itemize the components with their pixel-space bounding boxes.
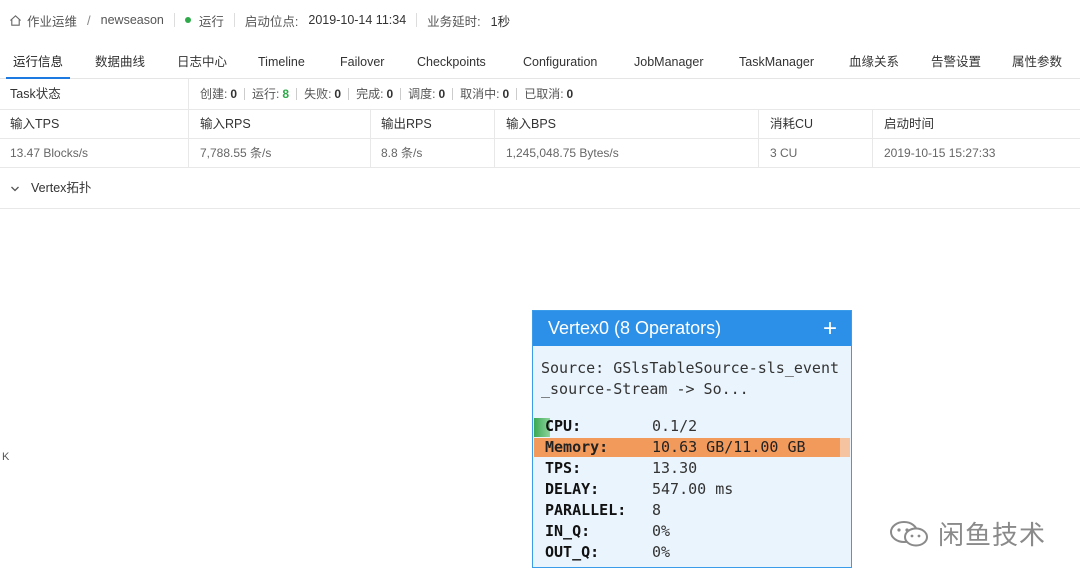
metric-memory: Memory: 10.63 GB/11.00 GB [533, 437, 851, 458]
breadcrumb-bar: 作业运维 / newseason 运行 启动位点: 2019-10-14 11:… [0, 0, 1080, 40]
header-output-rps: 输出RPS [381, 117, 432, 131]
stat-failed: 失败: 0 [304, 79, 356, 109]
tab-checkpoints[interactable]: Checkpoints [417, 45, 486, 78]
vertex-metrics: CPU: 0.1/2 Memory: 10.63 GB/11.00 GB TPS… [533, 416, 851, 563]
business-delay-label: 业务延时: [427, 14, 481, 29]
divider [233, 13, 235, 27]
value-output-rps: 8.8 条/s [381, 146, 423, 160]
watermark-text: 闲鱼技术 [938, 521, 1047, 551]
metric-cpu: CPU: 0.1/2 [533, 416, 851, 437]
divider [188, 79, 189, 109]
tab-failover[interactable]: Failover [340, 45, 384, 78]
tab-properties[interactable]: 属性参数 [1012, 45, 1062, 78]
value-cu: 3 CU [770, 146, 798, 160]
metric-in-q: IN_Q: 0% [545, 522, 671, 540]
watermark: 闲鱼技术 [888, 515, 1046, 552]
tab-taskmanager[interactable]: TaskManager [739, 45, 814, 78]
metric-delay: DELAY: 547.00 ms [545, 480, 734, 498]
header-input-bps: 输入BPS [506, 117, 557, 131]
tab-timeline[interactable]: Timeline [258, 45, 305, 78]
value-input-bps: 1,245,048.75 Bytes/s [506, 146, 619, 160]
metric-tps: TPS: 13.30 [545, 459, 698, 477]
task-status-row: Task状态 创建: 0 运行: 8 失败: 0 完成: 0 调度: 0 取消中: 0 已取… [0, 79, 1080, 110]
vertex-title: Vertex0 (8 Operators) [548, 318, 722, 338]
value-start-time: 2019-10-15 15:27:33 [884, 146, 996, 160]
expand-plus-icon[interactable]: + [823, 316, 837, 340]
stat-scheduled: 调度: 0 [408, 79, 460, 109]
header-input-rps: 输入RPS [200, 117, 251, 131]
tab-log-center[interactable]: 日志中心 [177, 45, 227, 78]
collapse-handle[interactable]: K [2, 451, 9, 463]
divider [416, 13, 418, 27]
stat-finished: 完成: 0 [356, 79, 408, 109]
tab-data-curve[interactable]: 数据曲线 [95, 45, 145, 78]
vertex-header: Vertex0 (8 Operators) + [533, 311, 851, 346]
tab-run-info[interactable]: 运行信息 [5, 45, 71, 79]
vertex-node[interactable]: Vertex0 (8 Operators) + Source: GSlsTabl… [532, 310, 852, 568]
stat-cancelled: 已取消: 0 [524, 87, 574, 101]
value-input-tps: 13.47 Blocks/s [10, 146, 89, 160]
home-icon[interactable] [8, 13, 22, 27]
status-dot-icon [184, 17, 191, 23]
tab-jobmanager[interactable]: JobManager [634, 45, 704, 78]
value-input-rps: 7,788.55 条/s [200, 146, 272, 160]
vertex-topology-toggle[interactable]: Vertex拓扑 [0, 168, 1080, 209]
header-start-time: 启动时间 [884, 117, 935, 131]
vertex-source-text: Source: GSlsTableSource-sls_event_source… [541, 359, 840, 398]
divider [173, 13, 175, 27]
breadcrumb-job-name: newseason [100, 13, 164, 27]
header-input-tps: 输入TPS [10, 117, 60, 131]
tab-lineage[interactable]: 血缘关系 [849, 45, 899, 78]
tab-configuration[interactable]: Configuration [523, 45, 597, 78]
start-position-label: 启动位点: [244, 14, 299, 29]
metrics-header-row: 输入TPS 输入RPS 输出RPS 输入BPS 消耗CU 启动时间 [0, 110, 1080, 139]
job-status: 运行 [198, 14, 224, 29]
task-status-stats: 创建: 0 运行: 8 失败: 0 完成: 0 调度: 0 取消中: 0 已取消: 0 [200, 79, 573, 109]
stat-cancelling: 取消中: 0 [460, 79, 524, 109]
stat-running: 运行: 8 [252, 79, 304, 109]
vertex-topology-title: Vertex拓扑 [31, 181, 92, 195]
breadcrumb-separator: / [87, 12, 91, 28]
header-cu: 消耗CU [770, 117, 814, 131]
chevron-down-icon [10, 182, 20, 192]
metric-out-q: OUT_Q: 0% [545, 543, 671, 561]
business-delay-value: 1秒 [490, 14, 511, 29]
metric-parallel: PARALLEL: 8 [545, 501, 662, 519]
tab-bar: 运行信息 数据曲线 日志中心 Timeline Failover Checkpo… [0, 45, 1080, 79]
breadcrumb-root[interactable]: 作业运维 [27, 11, 77, 30]
stat-created: 创建: 0 [200, 79, 252, 109]
metrics-data-row: 13.47 Blocks/s 7,788.55 条/s 8.8 条/s 1,24… [0, 139, 1080, 168]
start-position-value: 2019-10-14 11:34 [308, 13, 407, 27]
wechat-icon [888, 519, 930, 549]
task-status-label: Task状态 [10, 87, 61, 101]
tab-alert-settings[interactable]: 告警设置 [931, 45, 981, 78]
